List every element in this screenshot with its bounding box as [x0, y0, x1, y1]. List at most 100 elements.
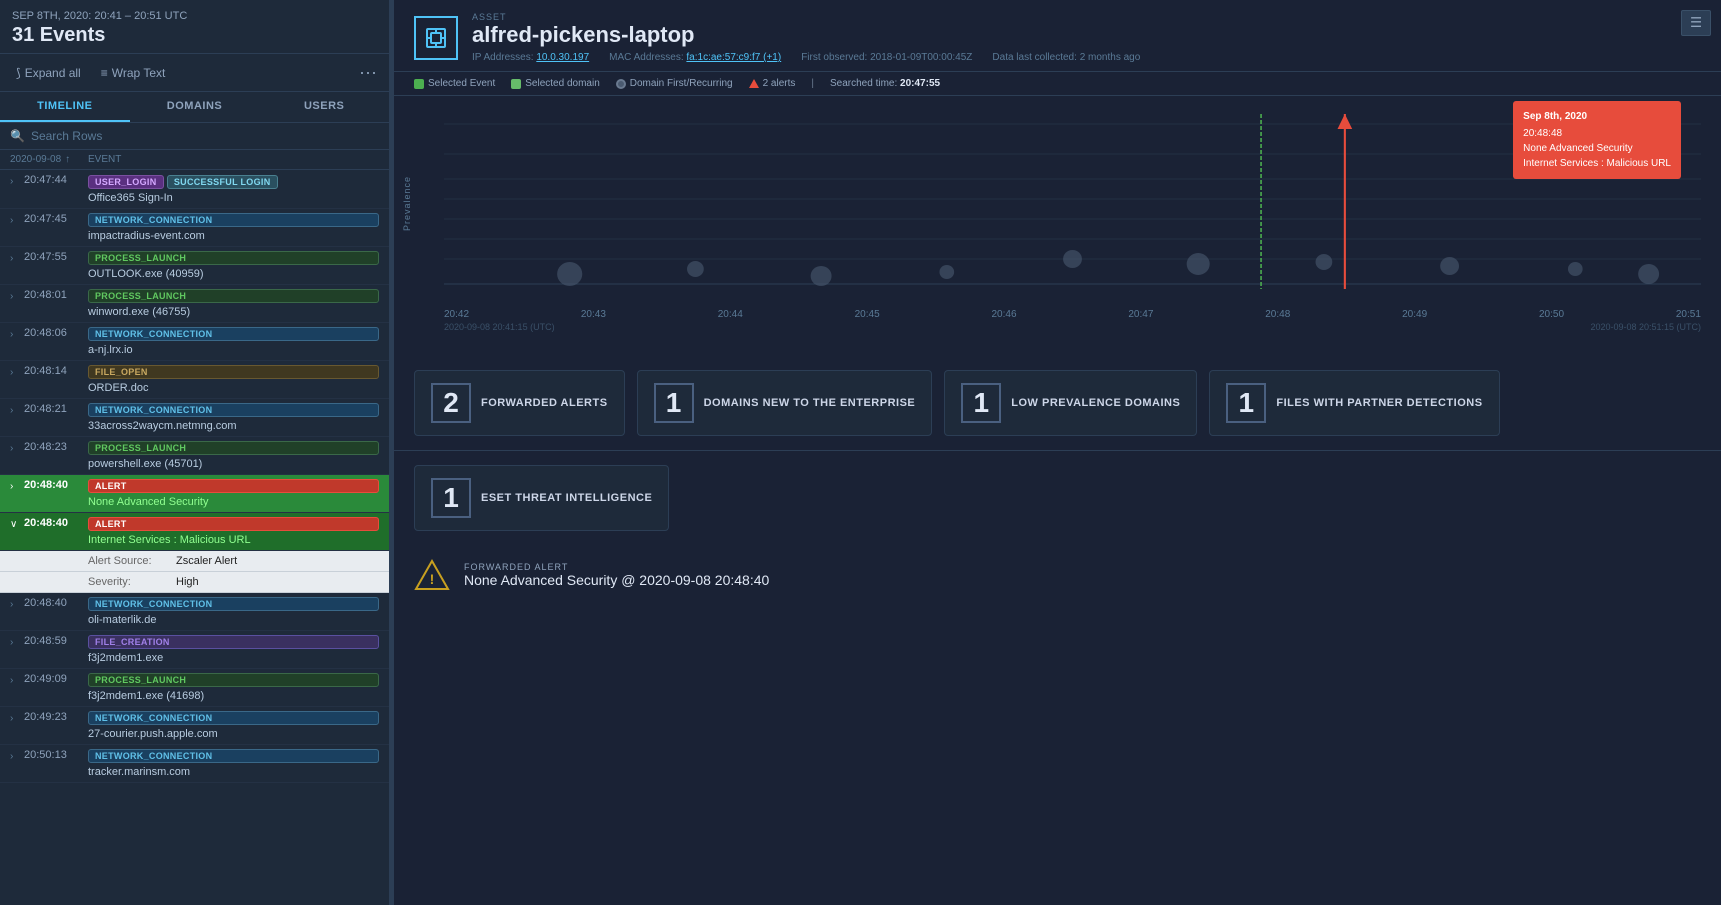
asset-icon — [414, 16, 458, 60]
row-label: ORDER.doc — [88, 382, 379, 394]
row-expand-icon[interactable]: › — [10, 713, 24, 724]
forwarded-alert-name: None Advanced Security @ 2020-09-08 20:4… — [464, 572, 769, 588]
legend-selected-domain-label: Selected domain — [525, 78, 600, 89]
table-row[interactable]: › 20:47:45 NETWORK_CONNECTION impactradi… — [0, 209, 389, 247]
legend-selected-event: Selected Event — [414, 78, 495, 89]
row-expand-icon[interactable]: › — [10, 405, 24, 416]
table-row[interactable]: › 20:49:23 NETWORK_CONNECTION 27-courier… — [0, 707, 389, 745]
searched-time-value: 20:47:55 — [900, 78, 940, 89]
event-tag: PROCESS_LAUNCH — [88, 289, 379, 303]
date-range: SEP 8TH, 2020: 20:41 – 20:51 UTC — [12, 10, 377, 22]
sort-icon[interactable]: ↑ — [65, 154, 70, 165]
row-label: f3j2mdem1.exe — [88, 652, 379, 664]
row-expand-icon[interactable]: › — [10, 675, 24, 686]
legend-alerts-label: 2 alerts — [763, 78, 796, 89]
mac-link[interactable]: fa:1c:ae:57:c9:f7 (+1) — [686, 52, 781, 63]
mac-label: MAC Addresses: fa:1c:ae:57:c9:f7 (+1) — [609, 52, 781, 63]
table-row[interactable]: › 20:47:55 PROCESS_LAUNCH OUTLOOK.exe (4… — [0, 247, 389, 285]
tab-users[interactable]: USERS — [259, 92, 389, 122]
stat-files-partner[interactable]: 1 FILES WITH PARTNER DETECTIONS — [1209, 370, 1499, 436]
stat-eset[interactable]: 1 ESET THREAT INTELLIGENCE — [414, 465, 669, 531]
row-expand-icon[interactable]: › — [10, 599, 24, 610]
ip-link[interactable]: 10.0.30.197 — [536, 52, 589, 63]
stat-forwarded-alerts[interactable]: 2 FORWARDED ALERTS — [414, 370, 625, 436]
chart-tooltip: Sep 8th, 2020 20:48:48 None Advanced Sec… — [1513, 101, 1681, 179]
toolbar: ⟆ Expand all ≡ Wrap Text ··· — [0, 54, 389, 92]
more-options-button[interactable]: ··· — [359, 62, 377, 83]
panel-options-button[interactable]: ☰ — [1681, 10, 1711, 36]
stats-row: 2 FORWARDED ALERTS 1 DOMAINS NEW TO THE … — [394, 356, 1721, 451]
left-header: SEP 8TH, 2020: 20:41 – 20:51 UTC 31 Even… — [0, 0, 389, 54]
row-expand-icon[interactable]: › — [10, 176, 24, 187]
asset-type-label: ASSET — [472, 12, 1701, 22]
x-label: 20:44 — [718, 309, 743, 320]
row-expand-icon[interactable]: › — [10, 253, 24, 264]
row-expand-icon[interactable]: › — [10, 443, 24, 454]
expand-all-icon: ⟆ — [16, 66, 21, 80]
event-tag: FILE_OPEN — [88, 365, 379, 379]
row-label: tracker.marinsm.com — [88, 766, 379, 778]
row-expand-icon[interactable]: › — [10, 637, 24, 648]
event-tag: PROCESS_LAUNCH — [88, 441, 379, 455]
row-expand-icon[interactable]: › — [10, 215, 24, 226]
row-content: NETWORK_CONNECTION impactradius-event.co… — [88, 213, 379, 242]
table-row[interactable]: › 20:48:40 ALERT None Advanced Security — [0, 475, 389, 513]
searched-time-label: Searched time: 20:47:55 — [830, 78, 940, 89]
timeline-list[interactable]: › 20:47:44 USER_LOGIN SUCCESSFUL LOGIN O… — [0, 170, 389, 905]
stat-domains-new[interactable]: 1 DOMAINS NEW TO THE ENTERPRISE — [637, 370, 933, 436]
stat-label: FILES WITH PARTNER DETECTIONS — [1276, 397, 1482, 409]
table-row[interactable]: › 20:50:13 NETWORK_CONNECTION tracker.ma… — [0, 745, 389, 783]
forwarded-alert-info: FORWARDED ALERT None Advanced Security @… — [464, 562, 769, 588]
table-row[interactable]: › 20:48:40 NETWORK_CONNECTION oli-materl… — [0, 593, 389, 631]
table-row[interactable]: › 20:49:09 PROCESS_LAUNCH f3j2mdem1.exe … — [0, 669, 389, 707]
detail-label: Alert Source: — [88, 555, 168, 567]
table-row[interactable]: › 20:48:21 NETWORK_CONNECTION 33across2w… — [0, 399, 389, 437]
tab-domains[interactable]: DOMAINS — [130, 92, 260, 122]
row-label: oli-materlik.de — [88, 614, 379, 626]
search-input[interactable] — [31, 129, 379, 143]
chart-start-label: 2020-09-08 20:41:15 (UTC) — [444, 322, 555, 332]
asset-name: alfred-pickens-laptop — [472, 22, 1701, 48]
data-collected: Data last collected: 2 months ago — [992, 52, 1140, 63]
svg-text:!: ! — [430, 571, 435, 587]
table-row[interactable]: › 20:48:23 PROCESS_LAUNCH powershell.exe… — [0, 437, 389, 475]
row-expand-icon[interactable]: › — [10, 367, 24, 378]
row-time: 20:48:59 — [24, 635, 88, 647]
row-expand-icon[interactable]: ∨ — [10, 519, 24, 530]
table-row[interactable]: › 20:48:06 NETWORK_CONNECTION a-nj.lrx.i… — [0, 323, 389, 361]
table-row[interactable]: › 20:48:14 FILE_OPEN ORDER.doc — [0, 361, 389, 399]
row-expand-icon[interactable]: › — [10, 291, 24, 302]
tab-timeline[interactable]: TIMELINE — [0, 92, 130, 122]
stat-label: ESET THREAT INTELLIGENCE — [481, 492, 652, 504]
row-content: PROCESS_LAUNCH winword.exe (46755) — [88, 289, 379, 318]
alert-icon: ! — [414, 559, 450, 591]
forwarded-alert-card[interactable]: ! FORWARDED ALERT None Advanced Security… — [414, 559, 1701, 591]
row-label: a-nj.lrx.io — [88, 344, 379, 356]
row-expand-icon[interactable]: › — [10, 329, 24, 340]
x-label: 20:47 — [1128, 309, 1153, 320]
table-row[interactable]: › 20:48:59 FILE_CREATION f3j2mdem1.exe — [0, 631, 389, 669]
expand-all-button[interactable]: ⟆ Expand all — [12, 64, 85, 82]
row-time: 20:47:44 — [24, 174, 88, 186]
alert-section: ! FORWARDED ALERT None Advanced Security… — [394, 545, 1721, 605]
table-row[interactable]: ∨ 20:48:40 ALERT Internet Services : Mal… — [0, 513, 389, 551]
row-expand-icon[interactable]: › — [10, 751, 24, 762]
table-row[interactable]: › 20:48:01 PROCESS_LAUNCH winword.exe (4… — [0, 285, 389, 323]
row-time: 20:48:01 — [24, 289, 88, 301]
row-expand-icon[interactable]: › — [10, 481, 24, 492]
stat-label: DOMAINS NEW TO THE ENTERPRISE — [704, 397, 916, 409]
chart-x-labels: 20:42 20:43 20:44 20:45 20:46 20:47 20:4… — [444, 309, 1701, 320]
forwarded-alert-type: FORWARDED ALERT — [464, 562, 769, 572]
event-tag: NETWORK_CONNECTION — [88, 749, 379, 763]
event-tag: PROCESS_LAUNCH — [88, 673, 379, 687]
table-row[interactable]: › 20:47:44 USER_LOGIN SUCCESSFUL LOGIN O… — [0, 170, 389, 209]
wrap-text-button[interactable]: ≡ Wrap Text — [97, 64, 170, 82]
tooltip-line2: Internet Services : Malicious URL — [1523, 156, 1671, 171]
x-label: 20:51 — [1676, 309, 1701, 320]
first-observed: First observed: 2018-01-09T00:00:45Z — [801, 52, 972, 63]
detail-row: Alert Source: Zscaler Alert — [0, 551, 389, 572]
x-label: 20:46 — [992, 309, 1017, 320]
stat-low-prevalence[interactable]: 1 LOW PREVALENCE DOMAINS — [944, 370, 1197, 436]
detail-value: Zscaler Alert — [176, 555, 237, 567]
x-label: 20:49 — [1402, 309, 1427, 320]
